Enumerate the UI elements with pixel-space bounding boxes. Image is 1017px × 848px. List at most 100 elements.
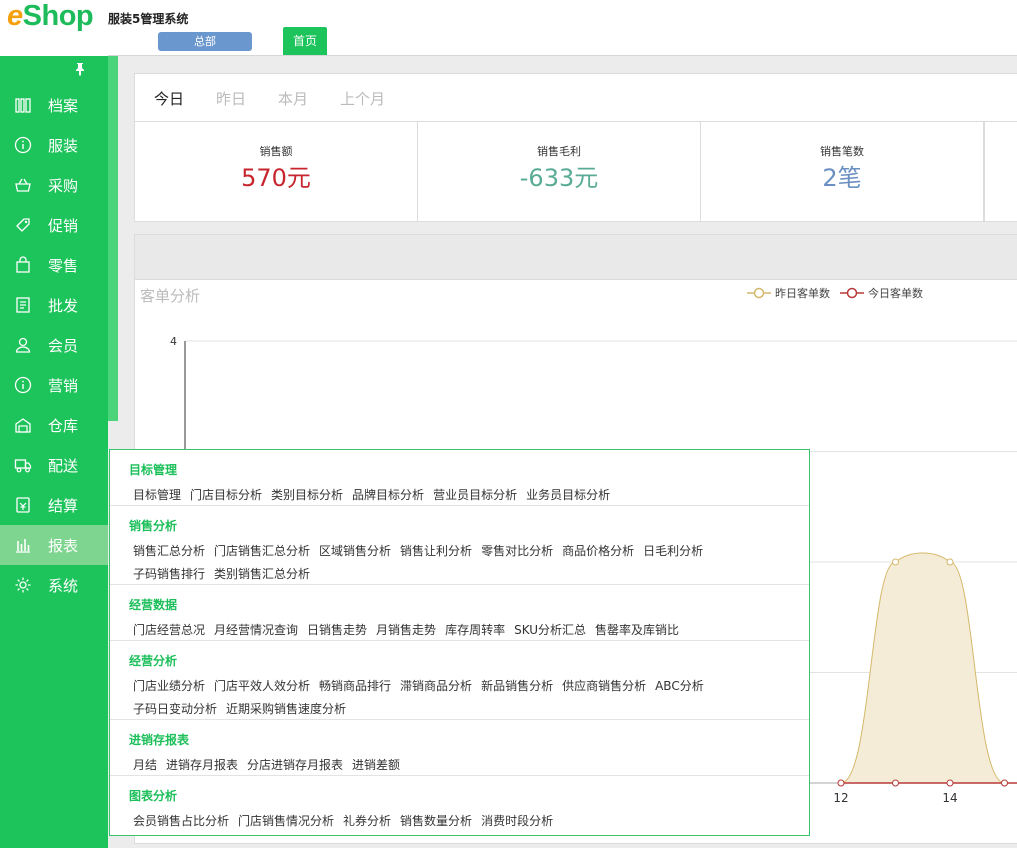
report-menu-section: 图表分析 会员销售占比分析 门店销售情况分析 礼券分析 销售数量分析 消费时段分析 (110, 776, 809, 835)
report-link[interactable]: 库存周转率 (445, 623, 505, 637)
sidebar-item-label: 报表 (48, 536, 79, 555)
sidebar-item[interactable]: 采购 (0, 165, 108, 205)
data-point-yesterday (946, 558, 954, 566)
stat-label: 销售毛利 (537, 145, 581, 158)
report-link[interactable]: 门店目标分析 (190, 488, 262, 502)
gear-icon (13, 575, 33, 595)
sidebar-item-label: 营销 (48, 376, 79, 395)
stat-sales-amount: 销售额 570元 (135, 122, 418, 221)
sidebar-item[interactable]: 配送 (0, 445, 108, 485)
report-link[interactable]: 门店平效人效分析 (214, 679, 310, 693)
report-link[interactable]: 日销售走势 (307, 623, 367, 637)
report-link-row: 月结 进销存月报表 分店进销存月报表 进销差额 (133, 756, 409, 773)
report-link[interactable]: 滞销商品分析 (400, 679, 472, 693)
report-link[interactable]: 子码销售排行 (133, 567, 205, 581)
tag-icon (13, 215, 33, 235)
sidebar-item-label: 配送 (48, 456, 79, 475)
sidebar-item[interactable]: 批发 (0, 285, 108, 325)
report-link[interactable]: 畅销商品排行 (319, 679, 391, 693)
report-section-title: 销售分析 (129, 519, 178, 533)
report-link[interactable]: 类别目标分析 (271, 488, 343, 502)
system-title: 服装5管理系统 (108, 12, 189, 26)
report-link[interactable]: 进销差额 (352, 758, 400, 772)
report-link[interactable]: 礼券分析 (343, 814, 391, 828)
tab-last-month[interactable]: 上个月 (340, 88, 385, 109)
report-link[interactable]: 销售数量分析 (400, 814, 472, 828)
report-link[interactable]: 门店销售汇总分析 (214, 544, 310, 558)
app-header: eShop 服装5管理系统 总部 首页 (0, 0, 1017, 56)
report-link[interactable]: 销售让利分析 (400, 544, 472, 558)
report-link[interactable]: 门店销售情况分析 (238, 814, 334, 828)
stat-value: 2笔 (822, 164, 862, 192)
report-link[interactable]: 日毛利分析 (643, 544, 703, 558)
bar-chart-icon (13, 535, 33, 555)
x-tick-label: 14 (942, 791, 957, 805)
tab-this-month[interactable]: 本月 (278, 88, 308, 109)
sidebar-item[interactable]: 会员 (0, 325, 108, 365)
report-link[interactable]: 目标管理 (133, 488, 181, 502)
report-link[interactable]: 商品价格分析 (562, 544, 634, 558)
date-range-tabs: 今日 昨日 本月 上个月 (134, 73, 1017, 122)
eshop-logo[interactable]: eShop (7, 0, 94, 33)
data-point-today (892, 779, 899, 787)
report-link-row: 目标管理 门店目标分析 类别目标分析 品牌目标分析 营业员目标分析 业务员目标分析 (133, 486, 619, 503)
report-menu-section: 经营分析 门店业绩分析 门店平效人效分析 畅销商品排行 滞销商品分析 新品销售分析 供应商销… (110, 641, 809, 720)
sidebar-item[interactable]: 营销 (0, 365, 108, 405)
report-link[interactable]: ABC分析 (655, 679, 704, 693)
report-link[interactable]: 新品销售分析 (481, 679, 553, 693)
report-link[interactable]: 类别销售汇总分析 (214, 567, 310, 581)
pushpin-icon[interactable] (74, 62, 86, 80)
data-point-today (1001, 779, 1008, 787)
report-section-title: 目标管理 (129, 463, 178, 477)
report-link[interactable]: 区域销售分析 (319, 544, 391, 558)
sidebar-item[interactable]: 报表 (0, 525, 108, 565)
info-circle-icon (13, 135, 33, 155)
sidebar-item[interactable]: 系统 (0, 565, 108, 605)
report-link[interactable]: 门店业绩分析 (133, 679, 205, 693)
report-link[interactable]: 月销售走势 (376, 623, 436, 637)
warehouse-icon (13, 415, 33, 435)
report-link[interactable]: 近期采购销售速度分析 (226, 702, 346, 716)
branch-selector-button[interactable]: 总部 (158, 32, 252, 51)
sidebar-item[interactable]: 促销 (0, 205, 108, 245)
report-menu-section: 目标管理 目标管理 门店目标分析 类别目标分析 品牌目标分析 营业员目标分析 业务员目标分析 (110, 450, 809, 506)
report-link[interactable]: 子码日变动分析 (133, 702, 217, 716)
stats-row: 销售额 570元 销售毛利 -633元 销售笔数 2笔 (134, 122, 1017, 222)
report-link-row: 会员销售占比分析 门店销售情况分析 礼券分析 销售数量分析 消费时段分析 (133, 812, 562, 829)
report-link-row: 销售汇总分析 门店销售汇总分析 区域销售分析 销售让利分析 零售对比分析 商品价格分析 日毛… (133, 542, 712, 559)
report-link[interactable]: 月结 (133, 758, 157, 772)
sidebar-item-label: 服装 (48, 136, 79, 155)
report-link-row: 门店经营总况 月经营情况查询 日销售走势 月销售走势 库存周转率 SKU分析汇总 售罄率及库… (133, 621, 688, 638)
report-link[interactable]: 分店进销存月报表 (247, 758, 343, 772)
report-link-row: 门店业绩分析 门店平效人效分析 畅销商品排行 滞销商品分析 新品销售分析 供应商销售分析 A… (133, 677, 713, 694)
report-link[interactable]: 消费时段分析 (481, 814, 553, 828)
sidebar-item[interactable]: 零售 (0, 245, 108, 285)
sidebar-item[interactable]: 结算 (0, 485, 108, 525)
tab-today[interactable]: 今日 (154, 88, 184, 109)
sidebar-item[interactable]: 仓库 (0, 405, 108, 445)
report-menu-section: 经营数据 门店经营总况 月经营情况查询 日销售走势 月销售走势 库存周转率 SKU分析汇总售… (110, 585, 809, 641)
sidebar-item-label: 批发 (48, 296, 79, 315)
shopping-bag-icon (13, 255, 33, 275)
report-link[interactable]: 品牌目标分析 (352, 488, 424, 502)
report-link[interactable]: 会员销售占比分析 (133, 814, 229, 828)
report-link[interactable]: SKU分析汇总 (514, 623, 586, 637)
report-link[interactable]: 供应商销售分析 (562, 679, 646, 693)
report-link[interactable]: 销售汇总分析 (133, 544, 205, 558)
tab-yesterday[interactable]: 昨日 (216, 88, 246, 109)
stat-next (984, 122, 1017, 221)
report-link[interactable]: 门店经营总况 (133, 623, 205, 637)
tab-home[interactable]: 首页 (283, 27, 327, 55)
report-link[interactable]: 月经营情况查询 (214, 623, 298, 637)
report-link[interactable]: 营业员目标分析 (433, 488, 517, 502)
report-dropdown-menu: 目标管理 目标管理 门店目标分析 类别目标分析 品牌目标分析 营业员目标分析 业务员目标分析… (109, 449, 810, 836)
sidebar-item[interactable]: 服装 (0, 125, 108, 165)
series-area-yesterday (841, 553, 1005, 783)
basket-icon (13, 175, 33, 195)
report-link[interactable]: 售罄率及库销比 (595, 623, 679, 637)
report-link[interactable]: 业务员目标分析 (526, 488, 610, 502)
report-link[interactable]: 零售对比分析 (481, 544, 553, 558)
data-point-today (837, 779, 845, 787)
report-link[interactable]: 进销存月报表 (166, 758, 238, 772)
sidebar-item[interactable]: 档案 (0, 85, 108, 125)
